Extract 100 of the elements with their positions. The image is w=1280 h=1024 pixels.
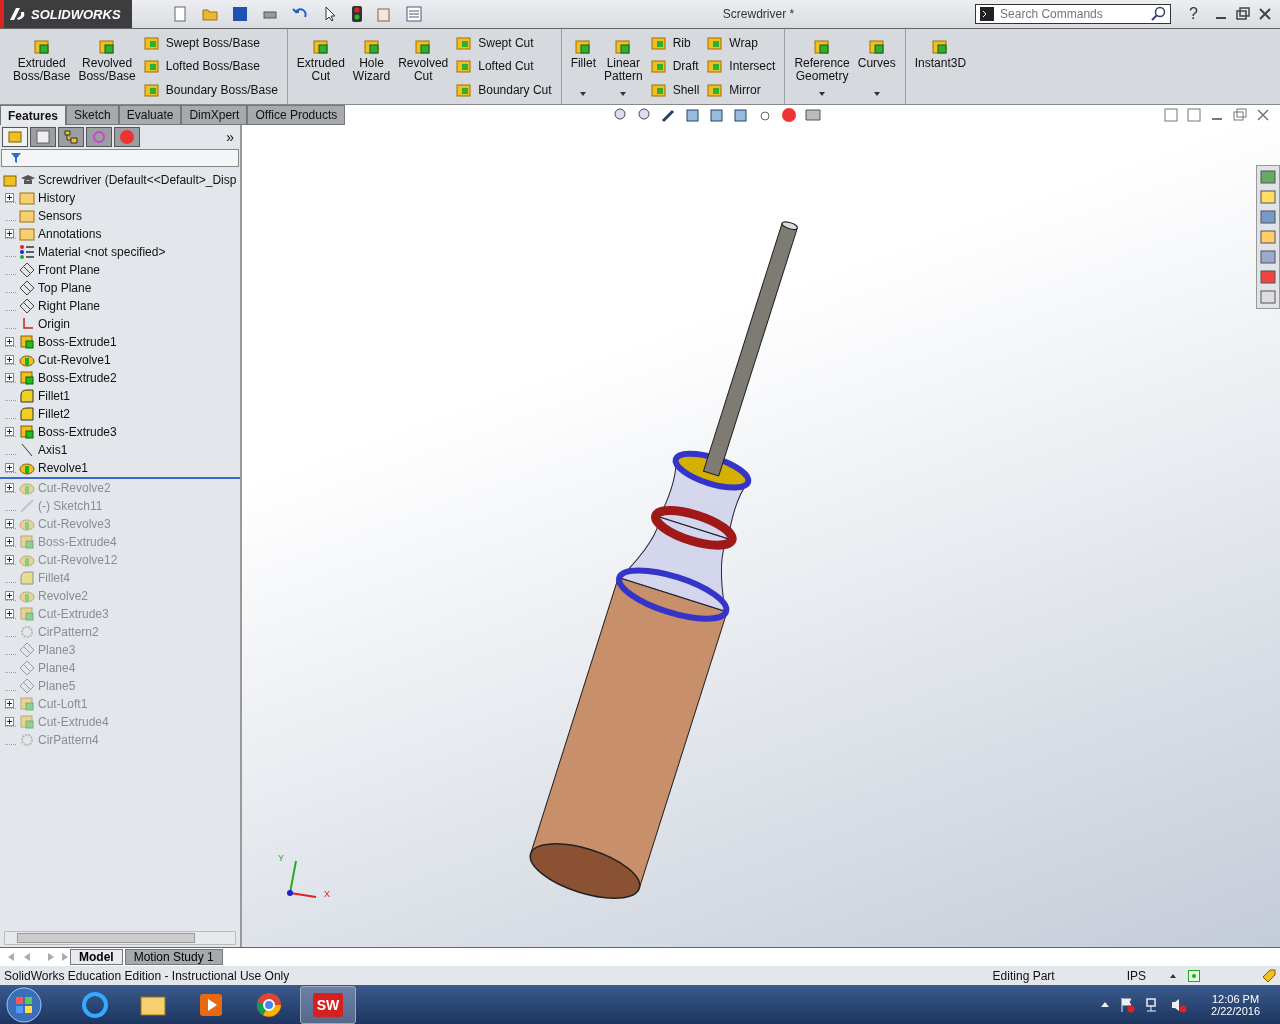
tree-item[interactable]: Top Plane xyxy=(38,281,92,295)
command-tab[interactable]: Office Products xyxy=(247,105,346,125)
caret-icon[interactable] xyxy=(620,92,627,96)
tile-icon[interactable] xyxy=(1164,108,1178,122)
units-button[interactable]: IPS xyxy=(1126,968,1146,983)
start-button-icon[interactable] xyxy=(6,986,42,1023)
panel-tab[interactable] xyxy=(2,127,28,147)
ribbon-button[interactable]: Lofted Boss/Base xyxy=(140,57,281,76)
tree-item[interactable]: Cut-Revolve1 xyxy=(38,353,111,367)
close-icon[interactable] xyxy=(1258,7,1272,21)
expand-icon[interactable] xyxy=(5,229,14,238)
expand-icon[interactable] xyxy=(5,537,14,546)
bottom-tab[interactable]: Model xyxy=(70,949,123,965)
save-icon[interactable] xyxy=(232,6,248,22)
help-icon[interactable] xyxy=(1188,969,1200,982)
close-icon[interactable] xyxy=(1256,108,1270,122)
traffic-light-icon[interactable] xyxy=(352,6,362,22)
restore-icon[interactable] xyxy=(1236,7,1250,21)
ribbon-button[interactable]: Swept Cut xyxy=(453,33,555,52)
ribbon-button[interactable]: Swept Boss/Base xyxy=(140,33,281,52)
command-tab[interactable]: Evaluate xyxy=(118,105,182,125)
pointer-icon[interactable] xyxy=(322,6,338,22)
tree-item[interactable]: Boss-Extrude2 xyxy=(38,371,117,385)
ribbon-button[interactable]: Boundary Boss/Base xyxy=(140,81,281,100)
flag-icon[interactable] xyxy=(1119,996,1136,1013)
restore-icon[interactable] xyxy=(1233,108,1247,122)
command-tab[interactable]: Sketch xyxy=(66,105,119,125)
checklist-icon[interactable] xyxy=(406,6,422,22)
expand-icon[interactable] xyxy=(5,699,14,708)
expand-icon[interactable] xyxy=(5,483,14,492)
tree-item[interactable]: Annotations xyxy=(38,227,102,241)
block-icon xyxy=(32,37,51,55)
taskbar-app[interactable]: SW xyxy=(300,985,356,1024)
expand-icon[interactable] xyxy=(5,355,14,364)
bottom-tab[interactable]: Motion Study 1 xyxy=(124,949,223,965)
tree-item[interactable]: Boss-Extrude1 xyxy=(38,335,117,349)
expand-icon[interactable] xyxy=(5,427,14,436)
caret-icon[interactable] xyxy=(1170,973,1176,978)
ribbon-button[interactable]: Revolved Boss/Base xyxy=(75,31,139,102)
clock-date[interactable]: 2/22/2016 xyxy=(1211,1004,1260,1017)
ribbon-button[interactable]: Extruded Boss/Base xyxy=(10,31,74,102)
command-tab[interactable]: DimXpert xyxy=(181,105,248,125)
ribbon-button[interactable]: Reference Geometry xyxy=(791,31,853,102)
expand-icon[interactable] xyxy=(5,717,14,726)
filter-field[interactable] xyxy=(1,149,239,167)
expand-icon[interactable] xyxy=(5,591,14,600)
ribbon-button[interactable]: Draft xyxy=(647,57,703,76)
tree-item[interactable]: Fillet1 xyxy=(38,389,70,403)
caret-icon[interactable] xyxy=(819,92,826,96)
expand-icon[interactable] xyxy=(5,519,14,528)
ribbon-button[interactable]: Lofted Cut xyxy=(453,57,555,76)
panel-tab[interactable] xyxy=(30,127,56,147)
speaker-icon[interactable] xyxy=(1171,996,1188,1013)
ribbon-button[interactable]: Revolved Cut xyxy=(395,31,452,102)
search-field[interactable]: Search Commands xyxy=(975,4,1172,24)
command-tab[interactable]: Features xyxy=(0,105,67,125)
clock-time[interactable]: 12:06 PM xyxy=(1212,992,1260,1005)
tile-icon[interactable] xyxy=(1187,108,1201,122)
tree-item[interactable]: Fillet2 xyxy=(38,407,70,421)
ribbon-button[interactable]: Rib xyxy=(647,33,703,52)
tree-item[interactable]: Front Plane xyxy=(38,263,101,277)
ribbon-button[interactable]: Instant3D xyxy=(911,31,970,102)
ribbon-button[interactable]: Hole Wizard xyxy=(349,31,394,102)
tag-icon[interactable] xyxy=(1262,968,1276,983)
search-input[interactable]: Search Commands xyxy=(998,6,1147,22)
ribbon-button[interactable]: Mirror xyxy=(704,81,779,100)
expand-panel-button[interactable]: » xyxy=(226,129,234,145)
panel-tab[interactable] xyxy=(58,127,84,147)
tree-item[interactable]: Boss-Extrude3 xyxy=(38,425,117,439)
ribbon-button[interactable]: Extruded Cut xyxy=(293,31,348,102)
tree-item[interactable]: History xyxy=(38,191,76,205)
ribbon-button[interactable]: Linear Pattern xyxy=(600,31,646,102)
tree-item[interactable]: Origin xyxy=(38,317,70,331)
expand-icon[interactable] xyxy=(5,555,14,564)
tree-item[interactable]: Screwdriver (Default<<Default>_Disp xyxy=(38,173,237,187)
ribbon-button[interactable]: Fillet xyxy=(567,31,599,102)
tree-item[interactable]: Axis1 xyxy=(38,443,68,457)
ribbon-button[interactable]: Shell xyxy=(647,81,703,100)
tree-item[interactable]: Sensors xyxy=(38,209,83,223)
panel-tab[interactable] xyxy=(86,127,112,147)
caret-icon[interactable] xyxy=(580,92,587,96)
caret-icon[interactable] xyxy=(873,92,880,96)
search-icon[interactable] xyxy=(1150,6,1167,22)
horizontal-scrollbar[interactable] xyxy=(4,931,236,945)
expand-icon[interactable] xyxy=(5,337,14,346)
ribbon-button[interactable]: Boundary Cut xyxy=(453,81,555,100)
tree-item[interactable]: Material <not specified> xyxy=(38,245,166,259)
tree-item[interactable]: Revolve1 xyxy=(38,461,89,475)
folder-icon xyxy=(19,226,35,242)
ribbon-button[interactable]: Wrap xyxy=(704,33,779,52)
expand-icon[interactable] xyxy=(5,609,14,618)
expand-icon[interactable] xyxy=(5,373,14,382)
expand-icon[interactable] xyxy=(5,193,14,202)
tree-item[interactable]: Right Plane xyxy=(38,299,101,313)
help-button[interactable]: ? xyxy=(1185,5,1202,23)
open-folder-icon[interactable] xyxy=(202,6,218,22)
expand-icon[interactable] xyxy=(5,463,14,472)
panel-tab[interactable] xyxy=(114,127,140,147)
ribbon-button[interactable]: Intersect xyxy=(704,57,779,76)
ribbon-button[interactable]: Curves xyxy=(854,31,899,102)
